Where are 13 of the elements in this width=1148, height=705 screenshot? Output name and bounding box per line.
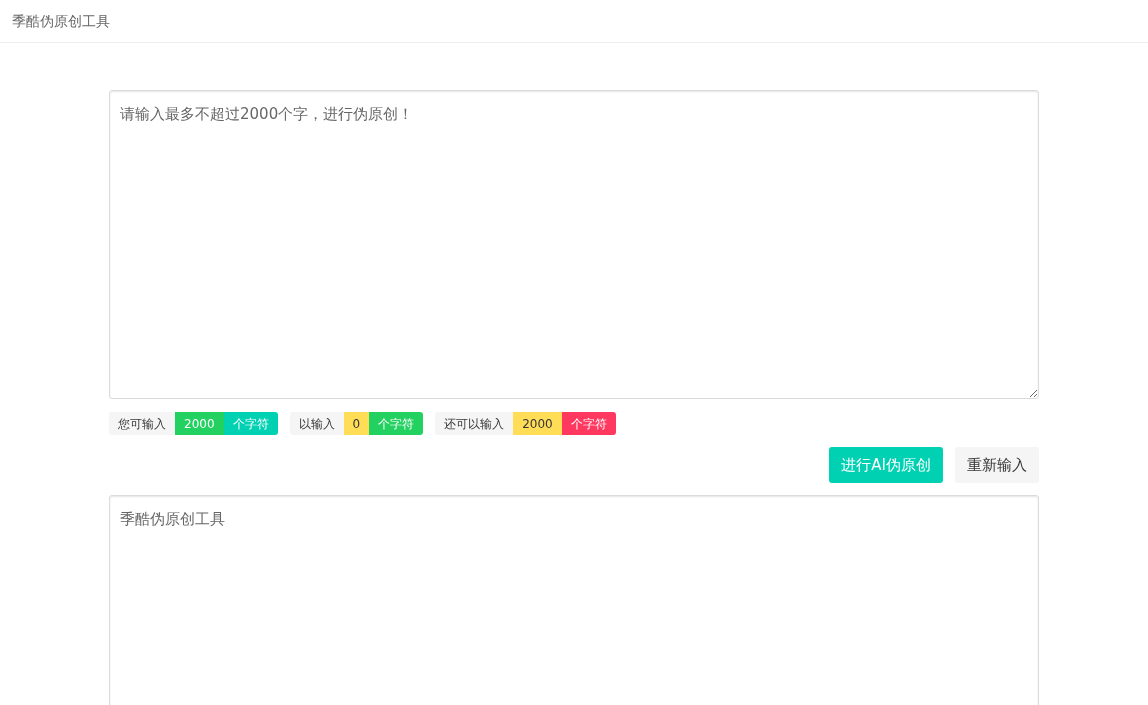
counter-value: 2000 (175, 412, 224, 435)
counter-unit: 个字符 (223, 412, 278, 435)
counter-label: 您可输入 (109, 412, 175, 435)
counter-unit: 个字符 (369, 412, 424, 435)
app-title: 季酷伪原创工具 (12, 11, 110, 31)
output-field[interactable]: 季酷伪原创工具 (109, 495, 1039, 705)
counter-unit: 个字符 (561, 412, 616, 435)
reset-button[interactable]: 重新输入 (955, 447, 1039, 483)
counter-label: 以输入 (289, 412, 344, 435)
input-field[interactable]: 请输入最多不超过2000个字，进行伪原创！ (109, 90, 1039, 399)
counter-value: 2000 (513, 412, 562, 435)
counter-label: 还可以输入 (435, 412, 514, 435)
counter-value: 0 (343, 412, 370, 435)
